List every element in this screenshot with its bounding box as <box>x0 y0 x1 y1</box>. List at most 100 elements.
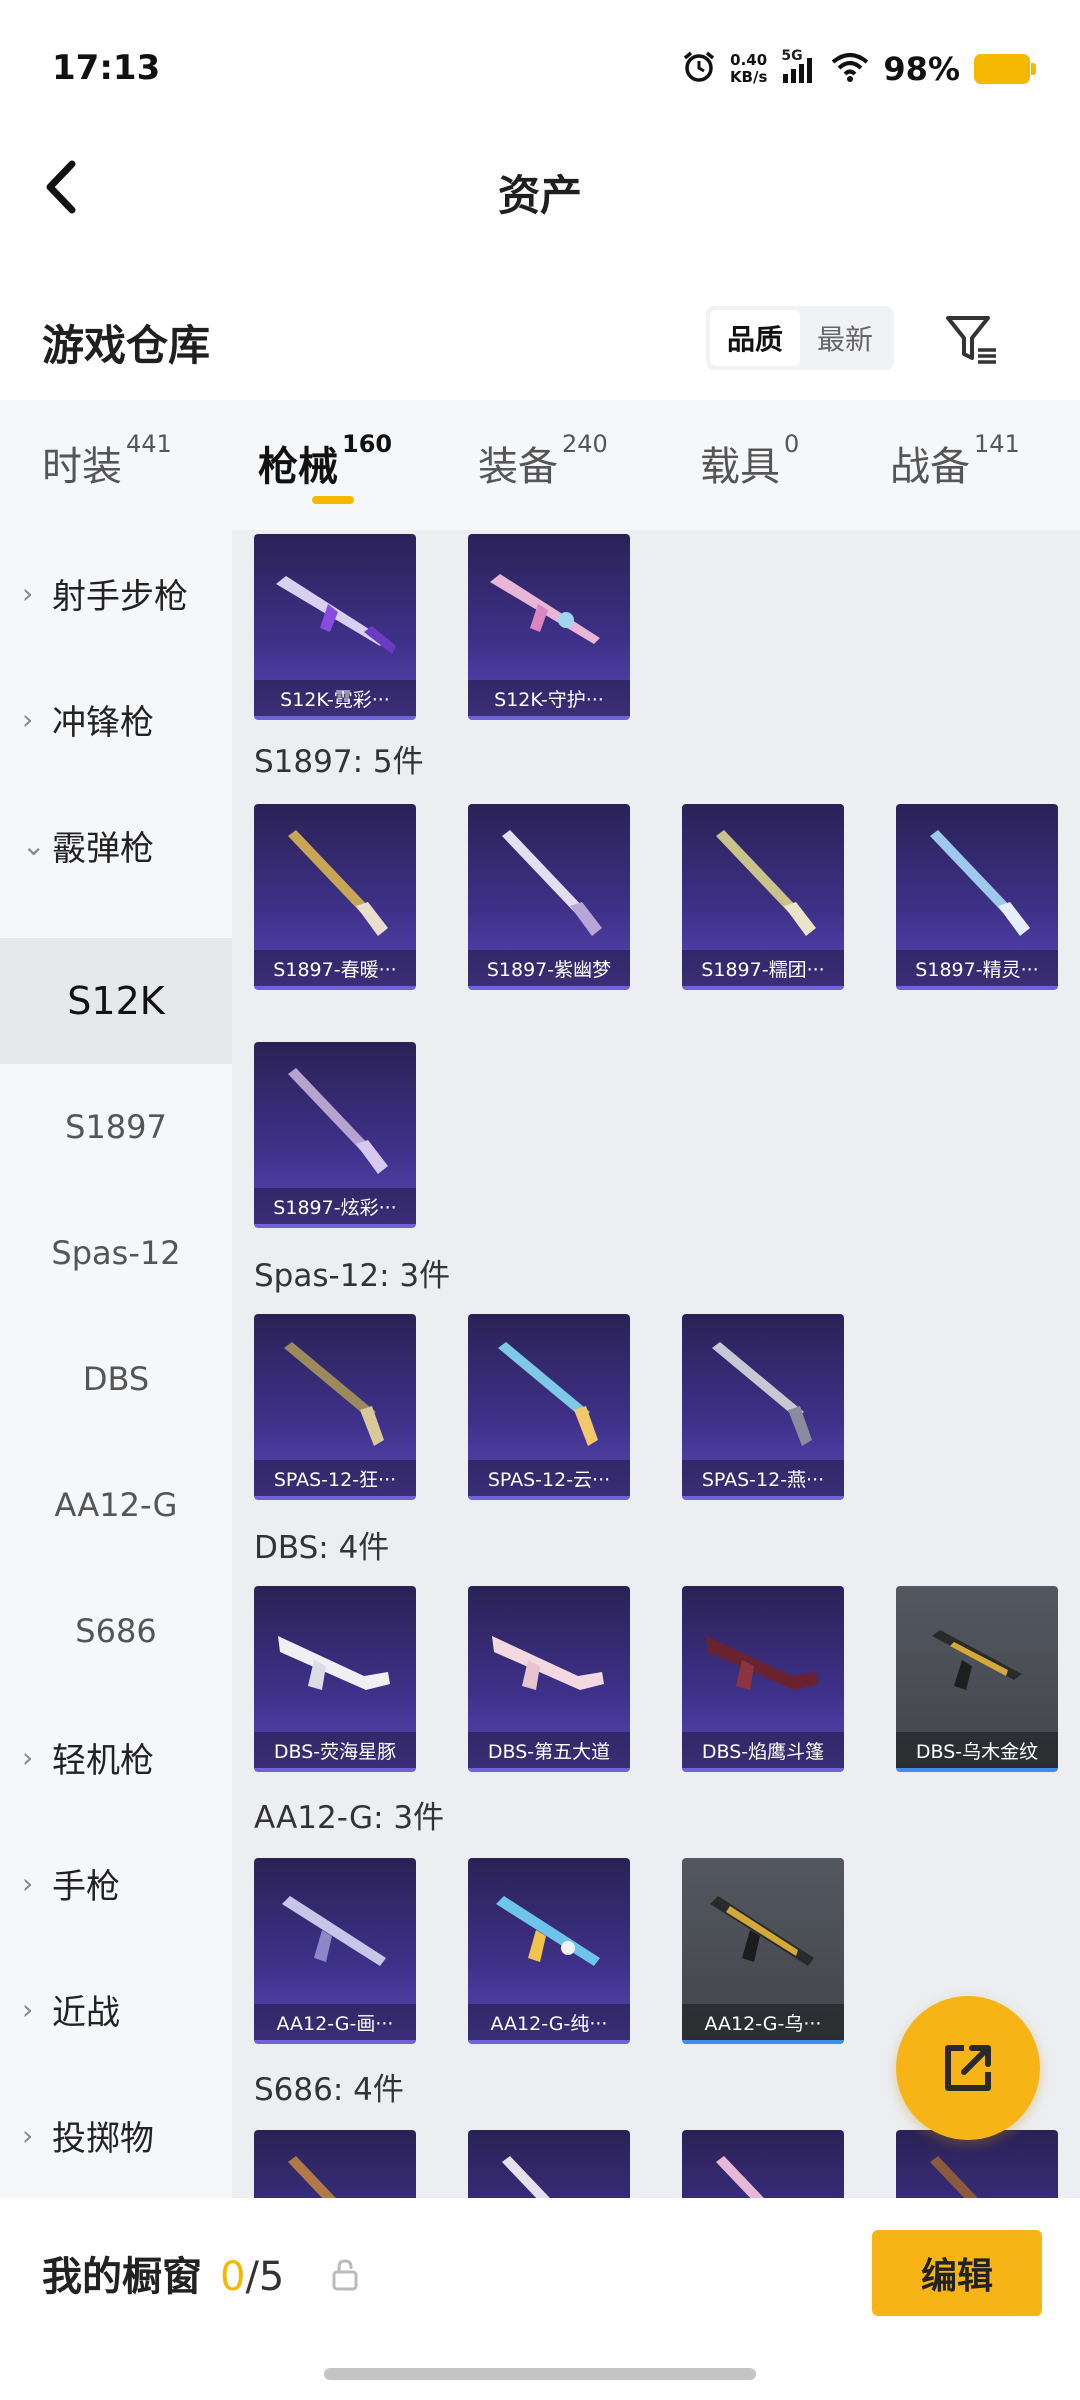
skin-card[interactable]: AA12-G-乌··· <box>682 1858 844 2044</box>
tab-firearms[interactable]: 枪械 160 <box>258 430 392 492</box>
skin-card[interactable]: S12K-霓彩··· <box>254 534 416 720</box>
sidebar-sub-aa12g[interactable]: AA12-G <box>0 1442 232 1568</box>
skin-card[interactable]: DBS-焰鹰斗篷 <box>682 1586 844 1772</box>
chevron-right-icon: › <box>22 1866 34 1900</box>
tab-label: 装备 <box>478 444 558 490</box>
skin-name: S1897-春暖··· <box>254 950 416 986</box>
tab-vehicles[interactable]: 载具 0 <box>700 430 799 492</box>
category-tabs: 时装 441 枪械 160 装备 240 载具 0 战备 141 <box>0 400 1080 530</box>
skin-card[interactable]: AA12-G-纯··· <box>468 1858 630 2044</box>
sort-newest[interactable]: 最新 <box>800 310 890 366</box>
status-time: 17:13 <box>52 48 161 88</box>
skin-card[interactable]: DBS-第五大道 <box>468 1586 630 1772</box>
tab-label: 载具 <box>700 444 780 490</box>
skin-card[interactable]: S1897-炫彩··· <box>254 1042 416 1228</box>
edit-button[interactable]: 编辑 <box>872 2230 1042 2316</box>
sidebar-item-label: DBS <box>82 1360 150 1398</box>
tab-count: 240 <box>562 430 608 458</box>
skin-card[interactable] <box>896 2130 1058 2198</box>
skin-name: SPAS-12-燕··· <box>682 1460 844 1496</box>
shotgun-skin-image <box>716 2156 764 2198</box>
skin-card[interactable]: DBS-荧海星豚 <box>254 1586 416 1772</box>
shotgun-skin-image <box>930 2156 978 2198</box>
sidebar-item-label: 投掷物 <box>52 2118 154 2159</box>
shotgun-skin-image <box>710 1896 814 1966</box>
sidebar-item-shotgun[interactable]: ⌄ 霰弹枪 <box>0 782 232 908</box>
showcase-bar: 我的橱窗 0/5 编辑 <box>0 2198 1080 2400</box>
sidebar-item-label: 手枪 <box>52 1866 120 1907</box>
alarm-icon <box>682 50 716 88</box>
home-indicator[interactable] <box>324 2368 756 2380</box>
skin-card[interactable] <box>254 2130 416 2198</box>
sidebar-item-label: AA12-G <box>54 1486 178 1524</box>
skin-name: AA12-G-画··· <box>254 2004 416 2040</box>
sort-quality[interactable]: 品质 <box>710 310 800 366</box>
shotgun-skin-image <box>502 2156 550 2198</box>
tab-fashion[interactable]: 时装 441 <box>42 430 172 492</box>
skin-card[interactable]: DBS-乌木金纹 <box>896 1586 1058 1772</box>
chevron-down-icon: ⌄ <box>22 828 46 862</box>
skin-card[interactable]: S12K-守护··· <box>468 534 630 720</box>
showcase-current: 0 <box>220 2254 246 2300</box>
share-fab[interactable] <box>896 1996 1040 2140</box>
skin-card[interactable] <box>468 2130 630 2198</box>
page-header: 资产 <box>0 130 1080 240</box>
shotgun-skin-image <box>498 1342 598 1446</box>
skin-card[interactable]: S1897-紫幽梦 <box>468 804 630 990</box>
sidebar-item-melee[interactable]: › 近战 <box>0 1946 232 2072</box>
shotgun-skin-image <box>282 1896 386 1966</box>
group-title-aa12g: AA12-G: 3件 <box>254 1800 445 1836</box>
skin-card[interactable]: S1897-糯团··· <box>682 804 844 990</box>
showcase-max: /5 <box>245 2254 285 2300</box>
shotgun-skin-image <box>490 574 600 644</box>
chevron-right-icon: › <box>22 2118 34 2152</box>
skin-card[interactable]: SPAS-12-燕··· <box>682 1314 844 1500</box>
page-title: 资产 <box>497 171 582 220</box>
shotgun-skin-image <box>502 830 602 936</box>
status-bar: 17:13 0.40 KB/s 5G 98% <box>0 0 1080 130</box>
skin-name: DBS-第五大道 <box>468 1732 630 1768</box>
skin-card[interactable] <box>682 2130 844 2198</box>
share-external-icon <box>945 2045 991 2091</box>
sidebar-item-label: 射手步枪 <box>52 576 188 617</box>
tab-count: 0 <box>784 430 800 458</box>
shotgun-skin-image <box>706 1636 818 1690</box>
shotgun-skin-image <box>284 1342 384 1446</box>
shotgun-skin-image <box>716 830 816 936</box>
sidebar-item-throwable[interactable]: › 投掷物 <box>0 2072 232 2198</box>
tab-count: 141 <box>974 430 1020 458</box>
sidebar-sub-dbs[interactable]: DBS <box>0 1316 232 1442</box>
skin-card[interactable]: AA12-G-画··· <box>254 1858 416 2044</box>
sidebar-sub-s686[interactable]: S686 <box>0 1568 232 1694</box>
shotgun-skin-image <box>496 1896 600 1966</box>
sidebar-item-lmg[interactable]: › 轻机枪 <box>0 1694 232 1820</box>
weapon-category-sidebar: › 射手步枪 › 冲锋枪 ⌄ 霰弹枪 S12K S1897 Spas-12 DBS A… <box>0 530 232 2198</box>
group-title-spas12: Spas-12: 3件 <box>254 1258 451 1294</box>
tab-combat-gear[interactable]: 战备 141 <box>890 430 1020 492</box>
shotgun-skin-image <box>930 830 1030 936</box>
skin-name: S1897-糯团··· <box>682 950 844 986</box>
tab-equipment[interactable]: 装备 240 <box>478 430 608 492</box>
group-title-dbs: DBS: 4件 <box>254 1530 390 1566</box>
repository-title: 游戏仓库 <box>42 321 211 370</box>
sidebar-sub-s1897[interactable]: S1897 <box>0 1064 232 1190</box>
sidebar-sub-s12k[interactable]: S12K <box>0 938 232 1064</box>
filter-button[interactable] <box>942 310 1002 370</box>
skin-name: S1897-紫幽梦 <box>468 950 630 986</box>
showcase-info: 我的橱窗 0/5 <box>42 2244 284 2302</box>
tab-label: 枪械 <box>258 444 338 490</box>
network-type: 5G <box>781 48 803 64</box>
sidebar-item-marksman-rifle[interactable]: › 射手步枪 <box>0 530 232 656</box>
skin-card[interactable]: S1897-春暖··· <box>254 804 416 990</box>
repository-row: 游戏仓库 品质 最新 <box>0 290 1080 390</box>
skin-card[interactable]: S1897-精灵··· <box>896 804 1058 990</box>
cellular-signal-icon: 5G <box>781 48 817 84</box>
skin-name: S1897-精灵··· <box>896 950 1058 986</box>
skin-name: S12K-守护··· <box>468 680 630 716</box>
sidebar-item-smg[interactable]: › 冲锋枪 <box>0 656 232 782</box>
sidebar-sub-spas12[interactable]: Spas-12 <box>0 1190 232 1316</box>
sidebar-item-pistol[interactable]: › 手枪 <box>0 1820 232 1946</box>
shotgun-skin-image <box>932 1630 1022 1690</box>
skin-card[interactable]: SPAS-12-狂··· <box>254 1314 416 1500</box>
skin-card[interactable]: SPAS-12-云··· <box>468 1314 630 1500</box>
